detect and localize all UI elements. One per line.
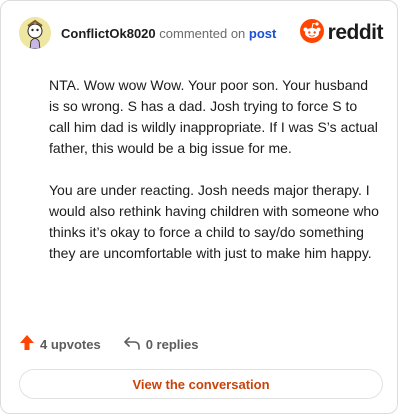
comment-paragraph-1: NTA. Wow wow Wow. Your poor son. Your hu… xyxy=(49,77,378,156)
username[interactable]: ConflictOk8020 xyxy=(61,26,156,41)
user-avatar-icon[interactable] xyxy=(19,17,51,49)
comment-paragraph-2: You are under reacting. Josh needs major… xyxy=(49,182,379,261)
replies-count: 0 replies xyxy=(145,336,199,352)
reddit-wordmark: reddit xyxy=(327,21,384,44)
view-conversation-button[interactable]: View the conversation xyxy=(19,369,383,399)
action-text: commented on xyxy=(159,25,246,41)
upvotes-stat[interactable]: 4 upvotes xyxy=(19,334,101,354)
reply-arrow-icon xyxy=(123,335,146,354)
comment-card: ConflictOk8020 commented on post reddit xyxy=(0,0,398,414)
comment-meta: ConflictOk8020 commented on post xyxy=(61,26,276,41)
replies-stat[interactable]: 0 replies xyxy=(123,335,199,354)
reddit-brand[interactable]: reddit xyxy=(299,18,384,48)
comment-footer: 4 upvotes 0 replies xyxy=(19,333,198,355)
post-link[interactable]: post xyxy=(249,26,276,41)
comment-body: NTA. Wow wow Wow. Your poor son. Your hu… xyxy=(49,75,379,285)
upvotes-count: 4 upvotes xyxy=(40,336,101,352)
comment-header: ConflictOk8020 commented on post reddit xyxy=(19,15,384,51)
upvote-arrow-icon xyxy=(19,334,40,354)
reddit-logo-icon xyxy=(299,18,324,48)
